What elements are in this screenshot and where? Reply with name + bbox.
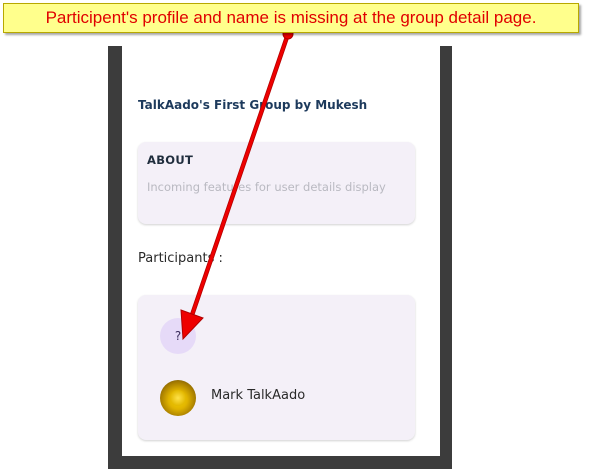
participant-row[interactable]: ?: [160, 318, 211, 354]
annotation-callout: Participent's profile and name is missin…: [3, 3, 579, 33]
about-heading: ABOUT: [147, 153, 194, 167]
participants-label: Participants :: [138, 251, 223, 266]
screenshot: TalkAado's First Group by Mukesh ABOUT I…: [0, 0, 589, 469]
group-title: TalkAado's First Group by Mukesh: [138, 98, 368, 112]
annotation-text: Participent's profile and name is missin…: [45, 8, 537, 27]
about-card: ABOUT Incoming features for user details…: [138, 142, 415, 224]
participants-card: ? Mark TalkAado: [138, 295, 415, 440]
avatar-placeholder: ?: [160, 318, 196, 354]
avatar: [160, 380, 196, 416]
participant-row[interactable]: Mark TalkAado: [160, 380, 305, 416]
about-description: Incoming features for user details displ…: [147, 180, 386, 194]
participant-name: Mark TalkAado: [211, 387, 306, 403]
